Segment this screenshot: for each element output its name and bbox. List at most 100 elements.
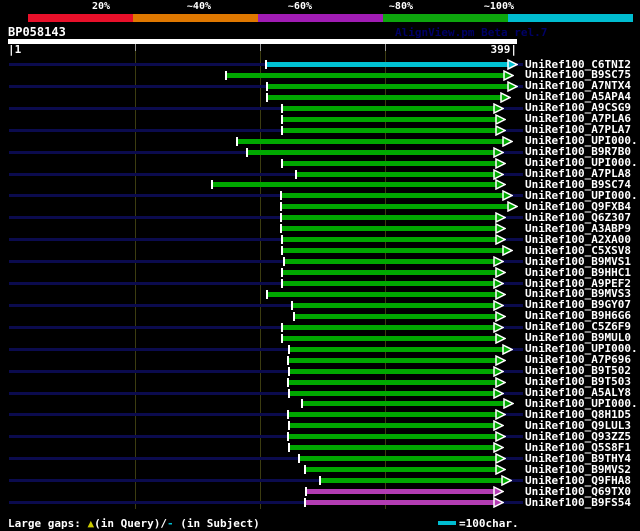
hit-arrowhead-icon — [495, 288, 506, 300]
hit-bar-UniRef100_B9GY07[interactable] — [293, 302, 496, 308]
hit-bar-UniRef100_A9PEF2[interactable] — [283, 281, 496, 286]
hit-bar-UniRef100_UPI000..[interactable] — [290, 346, 505, 352]
hit-bar-UniRef100_B9SC74[interactable] — [213, 182, 498, 188]
hit-bar-UniRef100_A7P696[interactable] — [289, 357, 498, 363]
scale-segment-100 — [508, 14, 633, 22]
hit-arrowhead-icon — [495, 234, 506, 246]
hit-arrowhead-icon — [493, 387, 504, 399]
hit-arrowhead-icon — [507, 80, 518, 92]
hit-bar-UniRef100_B9MVS2[interactable] — [306, 467, 498, 473]
hit-start-tick — [211, 180, 213, 190]
scale-segment-20 — [28, 14, 133, 22]
hit-bar-UniRef100_C5XSV8[interactable] — [283, 248, 505, 254]
hit-bar-UniRef100_B9SC75[interactable] — [227, 72, 506, 78]
hit-arrowhead-icon — [495, 223, 506, 235]
hit-arrowhead-icon — [502, 190, 513, 202]
hit-start-tick — [266, 81, 268, 91]
hit-start-tick — [246, 147, 248, 157]
hit-bar-UniRef100_UPI000..[interactable] — [238, 138, 505, 144]
ruler-start-label: |1 — [8, 43, 22, 56]
hit-bar-UniRef100_A9CSG9[interactable] — [283, 105, 496, 111]
hit-bar-UniRef100_C5Z6F9[interactable] — [283, 324, 496, 330]
hit-arrowhead-icon — [495, 124, 506, 136]
hit-arrowhead-icon — [493, 420, 504, 432]
hit-arrowhead-icon — [495, 431, 506, 443]
ruler-gridline — [260, 44, 261, 509]
hit-bar-UniRef100_B9MVS3[interactable] — [268, 291, 498, 297]
hit-arrowhead-icon — [502, 135, 513, 147]
hit-bar-UniRef100_Q5S8F1[interactable] — [290, 445, 496, 451]
gap-query-text: (in Query)/ — [94, 517, 167, 530]
hit-bar-UniRef100_UPI000..[interactable] — [282, 193, 505, 199]
hit-start-tick — [293, 311, 295, 321]
hit-arrowhead-icon — [495, 354, 506, 366]
hit-arrowhead-icon — [502, 343, 513, 355]
hit-bar-UniRef100_A7PLA8[interactable] — [297, 171, 496, 177]
hit-bar-UniRef100_B9T503[interactable] — [289, 379, 498, 385]
hit-bar-UniRef100_B9MUL0[interactable] — [283, 335, 498, 341]
hit-bar-UniRef100_B9THY4[interactable] — [300, 456, 498, 462]
hit-start-tick — [280, 191, 282, 201]
hit-bar-UniRef100_UPI000..[interactable] — [303, 401, 506, 407]
hit-start-tick — [304, 465, 306, 475]
hit-bar-UniRef100_Q93ZZ5[interactable] — [289, 434, 498, 440]
hit-bar-UniRef100_C6TNI2[interactable] — [267, 62, 510, 67]
hit-arrowhead-icon — [493, 278, 504, 289]
hit-bar-UniRef100_B9FS54[interactable] — [306, 500, 496, 505]
hit-bar-UniRef100_Q9LUL3[interactable] — [290, 423, 496, 429]
hit-bar-UniRef100_A5APA4[interactable] — [268, 94, 503, 100]
hit-start-tick — [295, 169, 297, 179]
hit-start-tick — [304, 498, 306, 507]
hit-start-tick — [281, 322, 283, 332]
hit-bar-UniRef100_A5ALY8[interactable] — [290, 390, 496, 396]
hit-start-tick — [281, 246, 283, 256]
scale-label-40: ~40% — [186, 1, 211, 12]
hit-arrowhead-icon — [495, 113, 506, 125]
hit-arrowhead-icon — [493, 442, 504, 454]
hit-bar-UniRef100_A3ABP9[interactable] — [282, 226, 498, 232]
hit-label-UniRef100_B9FS54[interactable]: UniRef100_B9FS54 — [525, 496, 631, 509]
hit-arrowhead-icon — [495, 157, 506, 169]
hit-bar-UniRef100_A2XA00[interactable] — [283, 237, 498, 243]
hit-start-tick — [225, 70, 227, 80]
hit-bar-UniRef100_B9R7B0[interactable] — [248, 149, 496, 155]
hit-bar-UniRef100_Q69TX0[interactable] — [307, 489, 496, 495]
hit-arrowhead-icon — [495, 453, 506, 465]
hit-bar-UniRef100_B9T502[interactable] — [290, 368, 496, 374]
scale-label-100: ~100% — [483, 1, 514, 12]
hit-bar-UniRef100_B9H6G6[interactable] — [295, 313, 498, 319]
hit-arrowhead-icon — [493, 365, 504, 377]
hit-start-tick — [236, 136, 238, 146]
hit-bar-UniRef100_B9MVS1[interactable] — [285, 259, 496, 265]
hit-arrowhead-icon — [495, 376, 506, 388]
hit-bar-UniRef100_Q9FHA8[interactable] — [321, 478, 504, 484]
scale-segment-80 — [383, 14, 508, 22]
ruler-tick — [260, 44, 261, 51]
hit-arrowhead-icon — [502, 245, 513, 257]
hit-bar-UniRef100_Q8H1D5[interactable] — [289, 412, 498, 418]
hit-arrowhead-icon — [493, 299, 504, 311]
hit-start-tick — [291, 300, 293, 310]
hit-start-tick — [265, 60, 267, 69]
hit-bar-UniRef100_A7NTX4[interactable] — [268, 83, 510, 89]
hit-arrowhead-icon — [503, 398, 514, 410]
hit-bar-UniRef100_B9HHC1[interactable] — [283, 270, 498, 276]
hit-start-tick — [281, 235, 283, 245]
hit-start-tick — [266, 92, 268, 102]
hit-bar-UniRef100_Q6Z307[interactable] — [282, 215, 498, 221]
hit-bar-UniRef100_A7PLA7[interactable] — [283, 127, 498, 133]
hit-arrowhead-icon — [495, 212, 506, 224]
hit-start-tick — [280, 213, 282, 223]
hit-arrowhead-icon — [495, 464, 506, 476]
hit-arrowhead-icon — [507, 59, 518, 70]
hit-bar-UniRef100_A7PLA6[interactable] — [283, 116, 498, 122]
hit-bar-UniRef100_UPI000..[interactable] — [283, 160, 498, 166]
hit-start-tick — [281, 103, 283, 113]
hit-start-tick — [281, 114, 283, 124]
hit-start-tick — [283, 257, 285, 267]
hit-arrowhead-icon — [495, 409, 506, 421]
hit-arrowhead-icon — [493, 102, 504, 114]
query-id: BP058143 — [8, 25, 66, 39]
hit-bar-UniRef100_Q9FXB4[interactable] — [282, 204, 510, 210]
ruler-tick — [385, 44, 386, 51]
